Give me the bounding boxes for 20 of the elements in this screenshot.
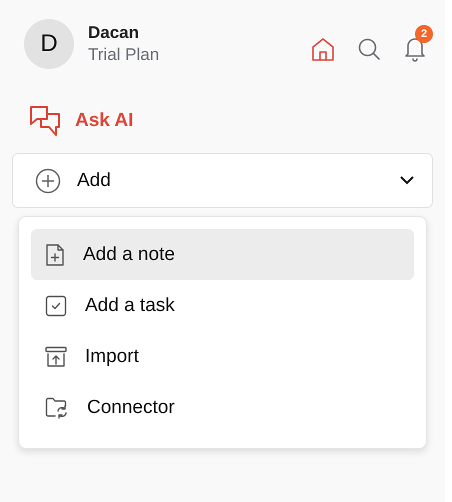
bell-icon [403,36,427,62]
ask-ai-button[interactable]: Ask AI [12,105,134,137]
plus-circle-icon [35,168,61,194]
chat-bubbles-icon [29,105,63,137]
menu-item[interactable]: Connector [31,382,414,433]
menu-item[interactable]: Import [31,331,414,382]
home-icon [311,36,335,62]
chevron-icon [400,176,414,185]
archive-upload-icon [45,346,67,368]
folder-sync-icon [45,396,69,418]
avatar[interactable]: D [24,19,74,69]
add-dropdown[interactable]: Add [12,153,433,208]
notification-badge: 2 [415,25,433,43]
user-name: Dacan [88,23,140,43]
menu-item[interactable]: Add a task [31,280,414,331]
file-plus-icon [45,242,65,266]
menu-item[interactable]: Add a note [31,229,414,280]
checkbox-icon [45,294,67,316]
plan-label: Trial Plan [88,45,160,65]
search-icon [357,37,381,61]
